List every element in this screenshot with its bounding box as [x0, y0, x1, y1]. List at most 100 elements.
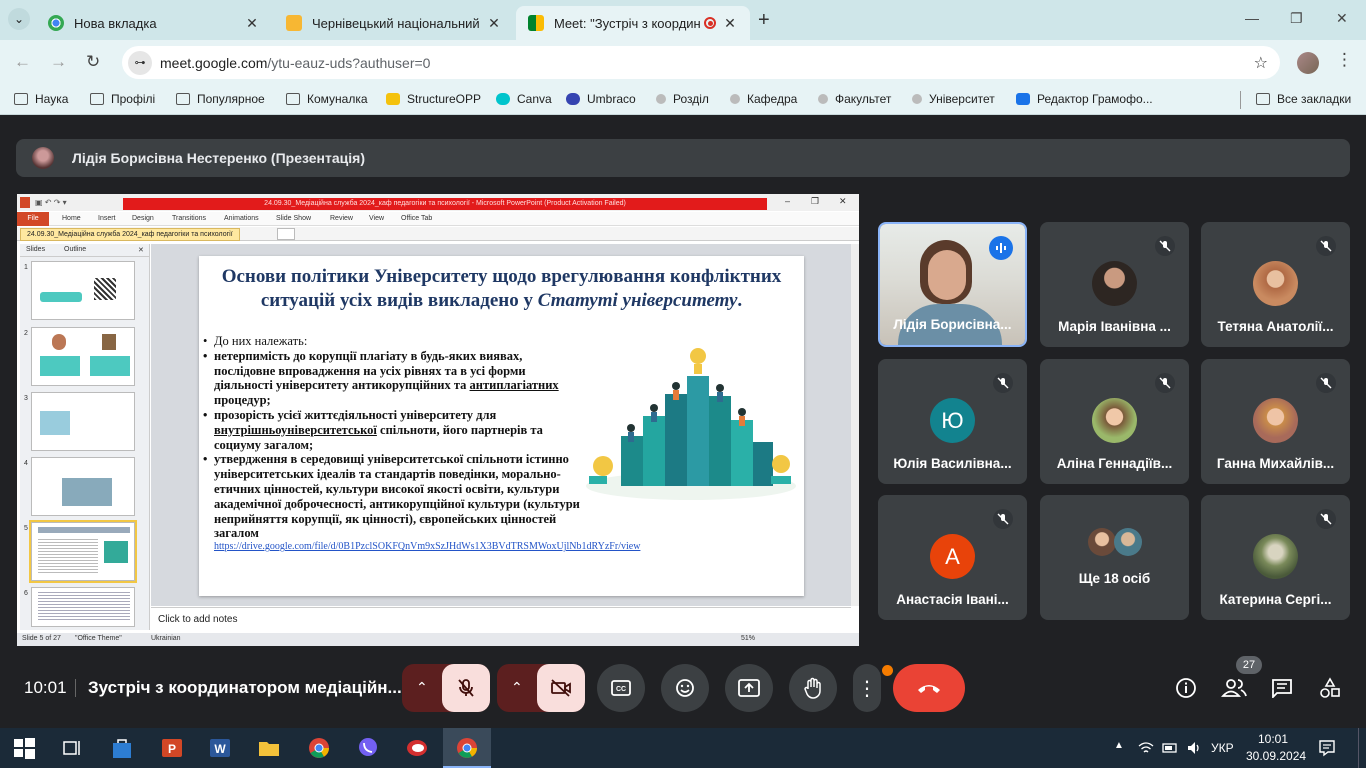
close-window-icon[interactable]: ✕ [1336, 10, 1348, 27]
svg-text:CC: CC [616, 686, 626, 693]
minimize-icon[interactable]: — [1245, 10, 1259, 26]
bookmark-link[interactable]: Редактор Грамофо... [1016, 92, 1153, 106]
camera-toggle-button[interactable] [537, 664, 585, 712]
participant-tile[interactable]: Марія Іванівна ... [1040, 222, 1189, 347]
bookmark-folder[interactable]: Профілі [90, 92, 155, 106]
close-tab-icon[interactable]: ✕ [722, 15, 738, 32]
camera-control-group: ⌃ [497, 664, 585, 712]
taskbar-time[interactable]: 10:01 [1258, 732, 1288, 746]
mic-off-icon [1155, 236, 1175, 256]
word-app-icon[interactable]: W [208, 736, 232, 760]
tab-university[interactable]: Чернівецький національний у ✕ [274, 6, 514, 40]
bookmark-link[interactable]: Umbraco [566, 92, 636, 106]
bookmark-link[interactable]: Факультет [818, 92, 891, 106]
bookmark-folder[interactable]: Популярное [176, 92, 265, 106]
notifications-icon[interactable] [1318, 739, 1336, 757]
slide-thumbnail [31, 457, 135, 516]
windows-start-icon[interactable] [12, 736, 36, 760]
captions-button[interactable]: CC [597, 664, 645, 712]
input-language[interactable]: УКР [1211, 741, 1234, 755]
bookmark-star-icon[interactable]: ☆ [1254, 53, 1268, 73]
meeting-clock: 10:01 [24, 678, 67, 697]
more-options-button[interactable]: ⋮ [853, 664, 893, 712]
slide-number: 2 [24, 330, 28, 337]
participant-tile[interactable]: Ганна Михайлів... [1201, 359, 1350, 484]
new-tab-button[interactable]: + [758, 9, 770, 32]
reload-icon[interactable]: ↻ [86, 52, 100, 72]
battery-icon[interactable] [1162, 740, 1178, 756]
svg-text:P: P [168, 742, 176, 756]
restore-icon[interactable]: ❐ [1290, 10, 1303, 27]
captions-icon: CC [611, 680, 631, 696]
show-hidden-icons-icon[interactable]: ▲ [1114, 740, 1124, 751]
mic-toggle-button[interactable] [442, 664, 490, 712]
participant-name: Тетяна Анатолії... [1217, 319, 1334, 334]
bookmark-link[interactable]: Розділ [656, 92, 709, 106]
profile-avatar[interactable] [1297, 52, 1319, 74]
site-info-icon[interactable]: ⊶ [128, 50, 152, 75]
bookmark-label: Umbraco [587, 92, 636, 106]
forward-icon[interactable]: → [50, 52, 67, 72]
participant-tile[interactable]: Катерина Сергі... [1201, 495, 1350, 620]
participant-tile[interactable]: А Анастасія Івані... [878, 495, 1027, 620]
file-explorer-icon[interactable] [257, 736, 281, 760]
ppt-ribbon-tab: Slide Show [276, 215, 312, 222]
folder-icon [176, 93, 190, 105]
ppt-file-tab: File [17, 212, 49, 226]
store-icon[interactable] [110, 736, 134, 760]
chat-icon [1272, 679, 1292, 698]
taskbar-date[interactable]: 30.09.2024 [1246, 749, 1306, 763]
activities-button[interactable] [1316, 664, 1344, 712]
bookmark-folder[interactable]: Наука [14, 92, 68, 106]
task-view-icon[interactable] [60, 736, 84, 760]
tab-search-button[interactable]: ⌄ [8, 8, 30, 30]
close-tab-icon[interactable]: ✕ [244, 15, 260, 32]
ppt-ribbon-tab: Insert [98, 215, 116, 222]
ppt-ribbon-tab: Animations [224, 215, 259, 222]
bookmark-link[interactable]: Університет [912, 92, 995, 106]
powerpoint-app-icon[interactable]: P [160, 736, 184, 760]
address-bar[interactable]: ⊶ meet.google.com/ytu-eauz-uds?authuser=… [122, 46, 1280, 79]
more-participants-tile[interactable]: Ще 18 осіб [1040, 495, 1189, 620]
leave-call-button[interactable] [893, 664, 965, 712]
network-icon[interactable] [1138, 740, 1154, 756]
globe-icon [912, 94, 922, 104]
meeting-info-button[interactable] [1172, 664, 1200, 712]
bookmark-link[interactable]: Canva [496, 92, 552, 106]
bookmark-link[interactable]: Кафедра [730, 92, 797, 106]
participant-tile[interactable]: Тетяна Анатолії... [1201, 222, 1350, 347]
emoji-button[interactable] [661, 664, 709, 712]
slide-body: До них належать: нетерпимість до корупці… [202, 334, 640, 552]
ppt-minimize-icon: – [785, 196, 791, 206]
raise-hand-button[interactable] [789, 664, 837, 712]
viber-icon[interactable] [356, 736, 380, 760]
present-button[interactable] [725, 664, 773, 712]
folder-icon [1256, 93, 1270, 105]
ppt-ribbon-tab: Office Tab [401, 215, 433, 222]
back-icon[interactable]: ← [14, 52, 31, 72]
chrome-app-icon[interactable] [307, 736, 331, 760]
close-tab-icon[interactable]: ✕ [486, 15, 502, 32]
all-bookmarks[interactable]: Все закладки [1256, 92, 1351, 106]
participant-tile[interactable]: Лідія Борисівна... [878, 222, 1027, 347]
mic-off-icon [1316, 236, 1336, 256]
participant-tile[interactable]: Аліна Геннадіїв... [1040, 359, 1189, 484]
tab-meet[interactable]: Meet: "Зустріч з координат ✕ [516, 6, 750, 40]
bookmark-link[interactable]: StructureOPP [386, 92, 481, 106]
show-desktop-button[interactable] [1358, 728, 1366, 768]
tab-new-tab[interactable]: Нова вкладка ✕ [36, 6, 272, 40]
bookmark-folder[interactable]: Комуналка [286, 92, 368, 106]
camera-options-chevron-icon[interactable]: ⌃ [511, 679, 523, 696]
active-taskbar-app[interactable] [443, 728, 491, 768]
volume-icon[interactable] [1186, 740, 1202, 756]
app-icon[interactable] [405, 736, 429, 760]
avatar [1088, 528, 1116, 556]
mic-options-chevron-icon[interactable]: ⌃ [416, 679, 428, 696]
umbraco-icon [566, 93, 580, 105]
participant-tile[interactable]: Ю Юлія Василівна... [878, 359, 1027, 484]
avatar [1114, 528, 1142, 556]
chat-button[interactable] [1268, 664, 1296, 712]
slide-number: 5 [24, 525, 28, 532]
slide-number: 6 [24, 590, 28, 597]
chrome-menu-icon[interactable]: ⋮ [1336, 50, 1353, 70]
